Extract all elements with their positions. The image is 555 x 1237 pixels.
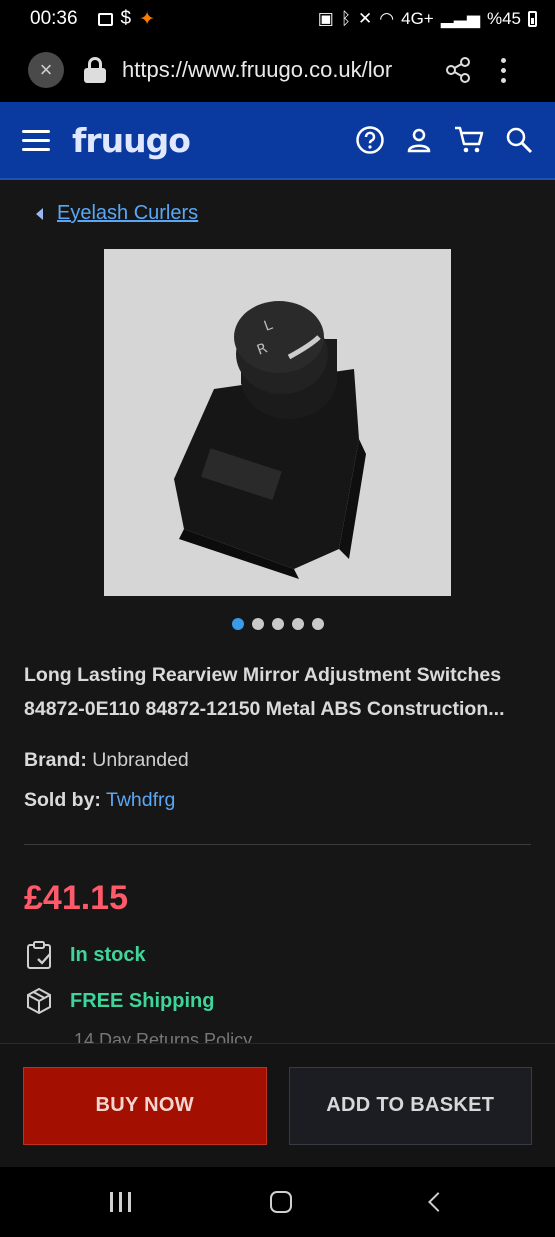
alarm-icon: ▣ bbox=[317, 9, 334, 28]
sold-by-row: Sold by: Twhdfrg bbox=[24, 780, 531, 820]
bluetooth-icon: ᛒ bbox=[340, 9, 352, 28]
breadcrumb-link[interactable]: Eyelash Curlers bbox=[57, 202, 198, 225]
carousel-dot[interactable] bbox=[231, 618, 244, 630]
package-icon bbox=[27, 987, 51, 1015]
clipboard-check-icon bbox=[27, 941, 51, 969]
account-icon[interactable] bbox=[405, 126, 433, 154]
buy-now-button[interactable]: BUY NOW bbox=[23, 1066, 267, 1145]
close-tab-icon[interactable]: × bbox=[28, 52, 64, 88]
browser-menu-icon[interactable] bbox=[498, 57, 508, 83]
seller-link[interactable]: Twhdfrg bbox=[106, 789, 175, 811]
product-title: Long Lasting Rearview Mirror Adjustment … bbox=[24, 664, 505, 720]
shipping-info: FREE Shipping bbox=[24, 986, 531, 1016]
brand-label: Brand: bbox=[24, 749, 87, 771]
carousel-dot[interactable] bbox=[251, 618, 264, 630]
gallery-icon bbox=[97, 12, 113, 26]
site-header: fruugo bbox=[0, 102, 555, 180]
battery-percent: %45 bbox=[486, 9, 521, 28]
signal-icon: ▂▃▅ bbox=[440, 9, 480, 28]
divider bbox=[24, 844, 531, 845]
dollar-icon: $ bbox=[120, 8, 132, 29]
brand-row: Brand: Unbranded bbox=[24, 740, 531, 780]
stock-status: In stock bbox=[24, 940, 531, 970]
search-icon[interactable] bbox=[505, 126, 533, 154]
browser-url-bar: × https://www.fruugo.co.uk/lor bbox=[0, 38, 555, 102]
menu-icon[interactable] bbox=[22, 129, 50, 151]
mute-icon: ✕ bbox=[358, 9, 373, 28]
carousel-dot[interactable] bbox=[291, 618, 304, 630]
back-icon[interactable] bbox=[428, 1192, 449, 1212]
fruugo-logo[interactable]: fruugo bbox=[72, 121, 191, 160]
product-image[interactable]: L R bbox=[104, 249, 451, 596]
product-photo: L R bbox=[104, 249, 451, 596]
shipping-text: FREE Shipping bbox=[70, 989, 215, 1012]
battery-icon bbox=[528, 11, 537, 27]
add-to-basket-button[interactable]: ADD TO BASKET bbox=[288, 1066, 532, 1145]
status-time: 00:36 bbox=[30, 8, 78, 29]
brand-value: Unbranded bbox=[92, 749, 189, 771]
stock-text: In stock bbox=[70, 943, 146, 966]
breadcrumb: Eyelash Curlers bbox=[24, 202, 531, 225]
purchase-action-bar: BUY NOW ADD TO BASKET bbox=[0, 1043, 555, 1167]
recents-icon[interactable] bbox=[109, 1192, 131, 1212]
share-icon[interactable] bbox=[444, 56, 472, 84]
carousel-dot[interactable] bbox=[271, 618, 284, 630]
network-type: 4G+ bbox=[401, 9, 434, 28]
image-carousel-dots bbox=[24, 618, 531, 630]
home-icon[interactable] bbox=[269, 1191, 292, 1213]
app-notification-icon: ✦ bbox=[139, 8, 156, 30]
cart-icon[interactable] bbox=[453, 125, 485, 155]
sold-by-label: Sold by: bbox=[24, 789, 101, 811]
product-page: Eyelash Curlers L R Long Lasting Rearvie… bbox=[0, 202, 555, 1046]
product-price: £41.15 bbox=[24, 879, 128, 917]
chevron-left-icon bbox=[36, 207, 43, 220]
help-icon[interactable] bbox=[355, 125, 385, 155]
system-nav-bar bbox=[0, 1167, 555, 1237]
status-bar: 00:36 $ ✦ ▣ ᛒ ✕ ◠ 4G+ ▂▃▅ %45 bbox=[0, 0, 555, 38]
lock-icon[interactable] bbox=[84, 57, 106, 83]
carousel-dot[interactable] bbox=[311, 618, 324, 630]
url-field[interactable]: https://www.fruugo.co.uk/lor bbox=[122, 57, 422, 83]
wifi-icon: ◠ bbox=[379, 9, 395, 28]
product-meta: Brand: Unbranded Sold by: Twhdfrg bbox=[24, 740, 531, 820]
